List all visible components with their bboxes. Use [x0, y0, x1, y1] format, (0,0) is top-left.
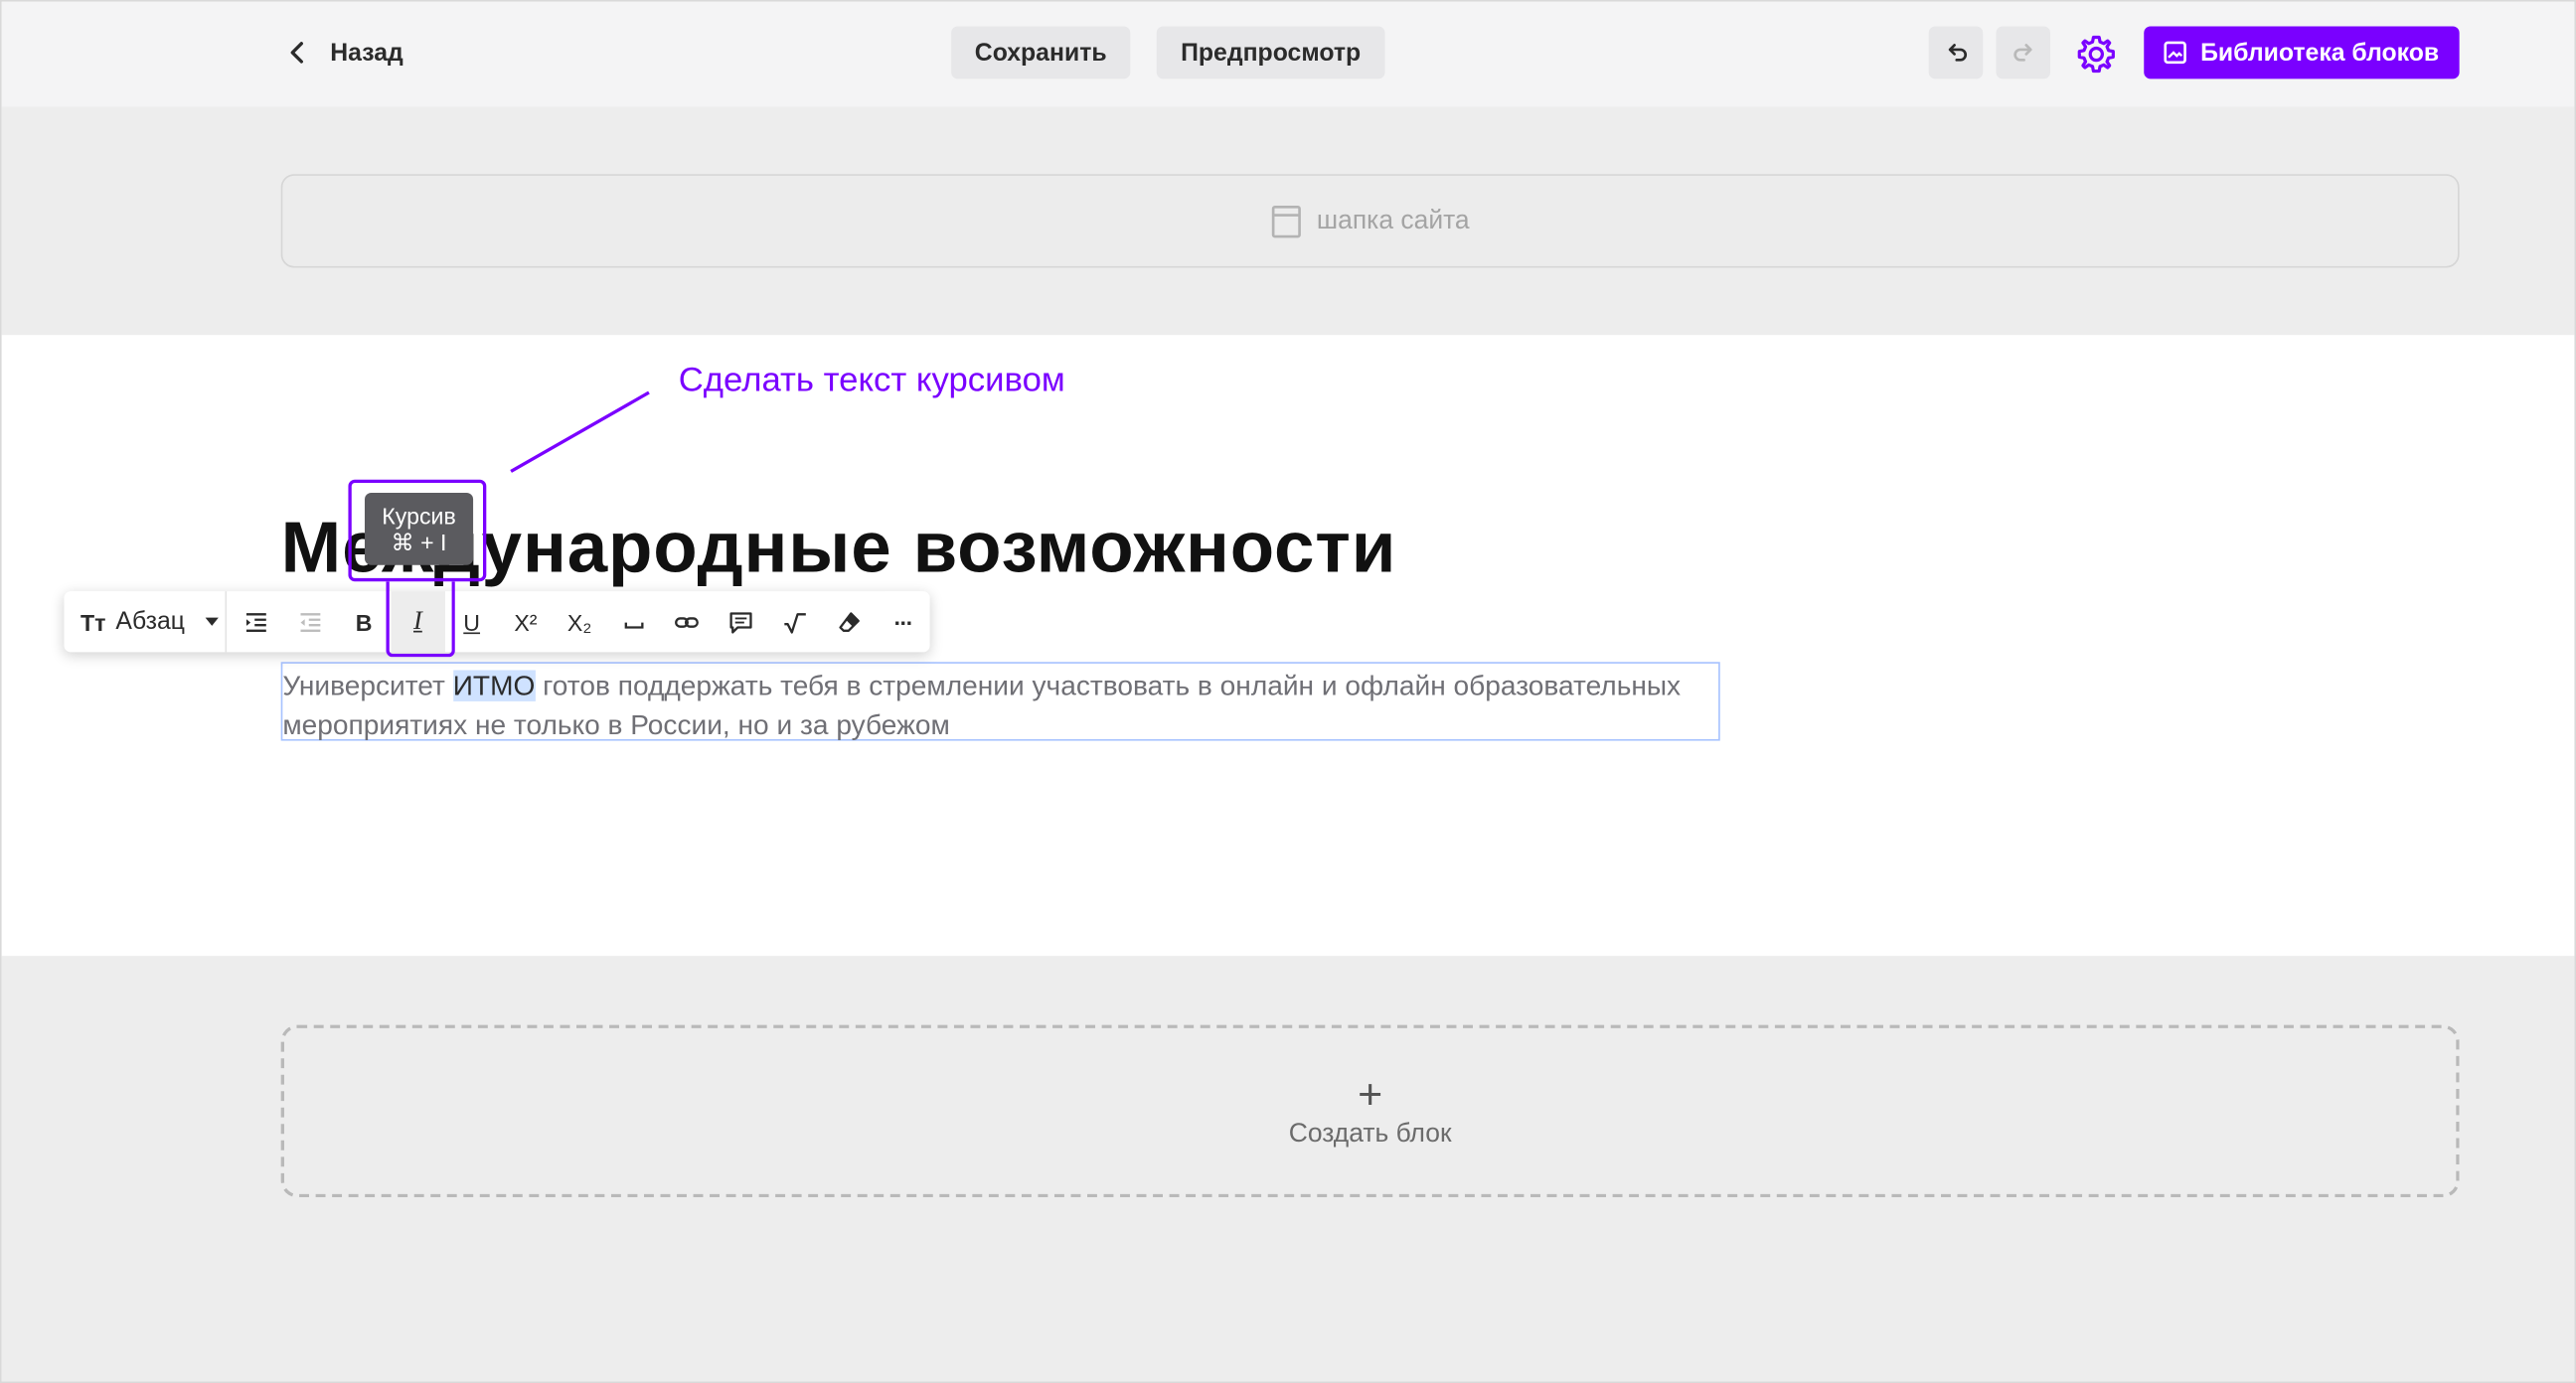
formatting-toolbar: Tт Абзац B I U X² X₂ ···: [64, 591, 930, 653]
lower-zone: + Создать блок: [1, 956, 2575, 1382]
tooltip-shortcut: ⌘ + I: [391, 529, 447, 555]
preview-button[interactable]: Предпросмотр: [1156, 26, 1385, 79]
undo-icon: [1947, 44, 1967, 62]
top-bar: Назад Сохранить Предпросмотр Библиотека …: [1, 1, 2575, 107]
tooltip-label: Курсив: [382, 502, 456, 530]
underline-button[interactable]: U: [445, 591, 499, 652]
comment-button[interactable]: [715, 591, 768, 652]
link-button[interactable]: [661, 591, 715, 652]
content-zone: Сделать текст курсивом Международные воз…: [1, 335, 2575, 957]
caret-down-icon: [204, 617, 219, 626]
subscript-button[interactable]: X₂: [553, 591, 606, 652]
italic-tooltip: Курсив ⌘ + I: [364, 492, 474, 565]
outdent-icon: [300, 612, 320, 632]
formula-button[interactable]: [768, 591, 822, 652]
header-zone: шапка сайта: [1, 106, 2575, 336]
annotation-text: Сделать текст курсивом: [678, 361, 1065, 399]
paragraph-text: Университет ИТМО готов поддержать тебя в…: [282, 667, 1721, 745]
create-block-label: Создать блок: [1288, 1119, 1452, 1148]
underline-icon: U: [463, 608, 481, 635]
more-button[interactable]: ···: [876, 591, 929, 652]
outdent-button[interactable]: [283, 591, 337, 652]
site-header-placeholder[interactable]: шапка сайта: [280, 174, 2460, 268]
comment-icon: [729, 611, 752, 633]
more-icon: ···: [893, 608, 913, 635]
paragraph-text-before: Университет: [282, 670, 453, 701]
undo-button[interactable]: [1928, 26, 1984, 79]
eraser-icon: [839, 611, 860, 632]
redo-icon: [2012, 44, 2031, 62]
bold-button[interactable]: B: [337, 591, 391, 652]
block-library-label: Библиотека блоков: [2200, 38, 2440, 67]
redo-button[interactable]: [1996, 26, 2051, 79]
indent-icon: [245, 612, 266, 632]
paragraph-style-dropdown[interactable]: Tт Абзац: [64, 591, 228, 653]
bold-icon: B: [355, 608, 373, 635]
paragraph-editor[interactable]: Университет ИТМО готов поддержать тебя в…: [280, 662, 1720, 741]
back-button[interactable]: Назад: [281, 30, 403, 76]
paragraph-style-label: Абзац: [115, 607, 185, 636]
save-button[interactable]: Сохранить: [951, 26, 1131, 79]
editor-window: Назад Сохранить Предпросмотр Библиотека …: [0, 0, 2576, 1383]
nbsp-icon: [623, 621, 643, 628]
indent-button[interactable]: [230, 591, 283, 652]
block-library-button[interactable]: Библиотека блоков: [2144, 26, 2460, 79]
superscript-icon: X²: [514, 608, 538, 635]
gear-icon[interactable]: [2075, 33, 2118, 76]
plus-icon: +: [1358, 1068, 1383, 1119]
italic-icon: I: [413, 606, 422, 635]
page-icon: [1270, 205, 1301, 237]
image-icon: [2165, 41, 2187, 65]
formula-icon: [784, 612, 806, 633]
site-header-label: шапка сайта: [1316, 206, 1470, 234]
create-block-button[interactable]: + Создать блок: [280, 1024, 2460, 1198]
text-style-icon: Tт: [80, 608, 106, 635]
back-label: Назад: [330, 38, 403, 67]
italic-button[interactable]: I: [391, 591, 445, 653]
subscript-icon: X₂: [566, 608, 592, 635]
chevron-left-icon: [290, 42, 303, 64]
superscript-button[interactable]: X²: [499, 591, 553, 652]
selected-text: ИТМО: [452, 670, 536, 701]
clear-format-button[interactable]: [822, 591, 876, 652]
link-icon: [675, 616, 700, 628]
nbsp-button[interactable]: [606, 591, 660, 652]
